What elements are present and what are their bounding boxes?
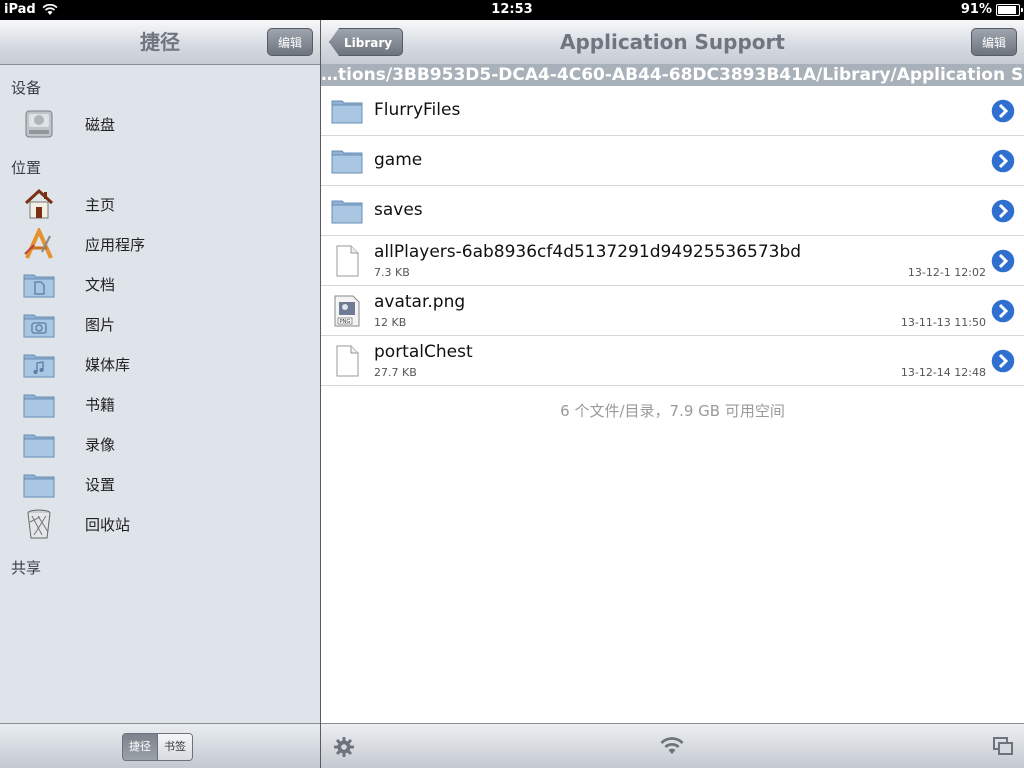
music-folder-icon xyxy=(23,354,55,378)
trash-icon xyxy=(27,509,51,539)
sidebar-item-books[interactable]: 书籍 xyxy=(0,384,320,424)
segment-bookmarks[interactable]: 书签 xyxy=(157,734,192,760)
main-navbar: Library Application Support 编辑 xyxy=(321,20,1024,65)
png-file-icon: PNG xyxy=(334,295,360,327)
file-size: 27.7 KB xyxy=(374,366,417,379)
main-edit-button[interactable]: 编辑 xyxy=(970,28,1017,56)
disclosure-button-icon[interactable] xyxy=(990,298,1016,324)
sidebar-item-trash[interactable]: 回收站 xyxy=(0,504,320,544)
folder-icon xyxy=(331,100,363,124)
document-icon xyxy=(336,245,359,277)
sidebar-item-label: 回收站 xyxy=(85,516,131,534)
file-name: portalChest xyxy=(374,342,473,362)
sidebar-edit-button[interactable]: 编辑 xyxy=(266,28,313,56)
sidebar-item-disk[interactable]: 磁盘 xyxy=(0,104,320,144)
file-name: avatar.png xyxy=(374,292,466,312)
sidebar-navbar: 捷径 编辑 xyxy=(0,20,320,65)
sidebar-item-label: 文档 xyxy=(85,276,116,294)
sidebar-item-label: 主页 xyxy=(85,196,116,214)
file-date: 13-12-1 12:02 xyxy=(907,266,986,279)
file-row[interactable]: game xyxy=(321,136,1024,186)
sidebar-item-applications[interactable]: 应用程序 xyxy=(0,224,320,264)
document-icon xyxy=(336,345,359,377)
sidebar-item-pictures[interactable]: 图片 xyxy=(0,304,320,344)
sidebar-item-settings[interactable]: 设置 xyxy=(0,464,320,504)
file-row[interactable]: allPlayers-6ab8936cf4d5137291d9492553657… xyxy=(321,236,1024,286)
applications-icon xyxy=(24,228,53,259)
file-row[interactable]: portalChest 27.7 KB 13-12-14 12:48 xyxy=(321,336,1024,386)
page-title: Application Support xyxy=(560,30,785,54)
sidebar-item-label: 媒体库 xyxy=(85,356,131,374)
storage-summary: 6 个文件/目录，7.9 GB 可用空间 xyxy=(560,402,785,420)
status-bar: iPad 12:53 91% xyxy=(0,0,1024,20)
sidebar-item-media-library[interactable]: 媒体库 xyxy=(0,344,320,384)
sidebar-segmented-control: 捷径 书签 xyxy=(122,733,193,761)
clock: 12:53 xyxy=(491,2,533,17)
wifi-sharing-icon[interactable] xyxy=(659,736,685,756)
section-devices: 设备 xyxy=(11,79,42,97)
disclosure-button-icon[interactable] xyxy=(990,248,1016,274)
file-name: saves xyxy=(374,200,423,220)
gear-icon[interactable] xyxy=(333,736,355,758)
battery-percent: 91% xyxy=(960,2,992,17)
sidebar-item-label: 书籍 xyxy=(85,396,116,414)
sidebar-toolbar: 捷径 书签 xyxy=(0,723,320,768)
path-bar: …tions/3BB953D5-DCA4-4C60-AB44-68DC3893B… xyxy=(321,64,1024,86)
file-row[interactable]: PNG avatar.png 12 KB 13-11-13 11:50 xyxy=(321,286,1024,336)
file-size: 12 KB xyxy=(374,316,407,329)
sidebar-item-label: 应用程序 xyxy=(85,236,146,254)
sidebar-item-home[interactable]: 主页 xyxy=(0,184,320,224)
windows-icon[interactable] xyxy=(992,736,1014,756)
sidebar-item-documents[interactable]: 文档 xyxy=(0,264,320,304)
sidebar-item-videos[interactable]: 录像 xyxy=(0,424,320,464)
file-row[interactable]: saves xyxy=(321,186,1024,236)
main-toolbar xyxy=(321,723,1024,768)
file-date: 13-12-14 12:48 xyxy=(900,366,986,379)
section-locations: 位置 xyxy=(11,159,42,177)
file-date: 13-11-13 11:50 xyxy=(900,316,986,329)
disclosure-button-icon[interactable] xyxy=(990,348,1016,374)
battery-icon xyxy=(996,3,1023,16)
file-name: FlurryFiles xyxy=(374,100,461,120)
sidebar-item-label: 磁盘 xyxy=(85,116,116,134)
sidebar-item-label: 录像 xyxy=(85,436,116,454)
folder-icon xyxy=(331,150,363,174)
folder-icon xyxy=(23,474,55,498)
segment-shortcuts[interactable]: 捷径 xyxy=(123,734,157,760)
pictures-folder-icon xyxy=(23,314,55,338)
sidebar-item-label: 设置 xyxy=(85,476,116,494)
main-panel: Library Application Support 编辑 …tions/3B… xyxy=(321,20,1024,768)
sidebar-item-label: 图片 xyxy=(85,316,116,334)
documents-folder-icon xyxy=(23,274,55,298)
disclosure-button-icon[interactable] xyxy=(990,148,1016,174)
file-row[interactable]: FlurryFiles xyxy=(321,86,1024,136)
folder-icon xyxy=(23,394,55,418)
file-name: game xyxy=(374,150,423,170)
file-name: allPlayers-6ab8936cf4d5137291d9492553657… xyxy=(374,242,802,262)
sidebar: 捷径 编辑 设备 磁盘 位置 主页 应用程序 文档 图片 媒体库 书籍 录像 设… xyxy=(0,20,321,768)
disclosure-button-icon[interactable] xyxy=(990,98,1016,124)
folder-icon xyxy=(23,434,55,458)
svg-text:PNG: PNG xyxy=(340,319,351,325)
section-shared: 共享 xyxy=(11,559,42,577)
file-size: 7.3 KB xyxy=(374,266,410,279)
disk-icon xyxy=(25,110,53,138)
home-icon xyxy=(24,188,54,219)
disclosure-button-icon[interactable] xyxy=(990,198,1016,224)
folder-icon xyxy=(331,200,363,224)
